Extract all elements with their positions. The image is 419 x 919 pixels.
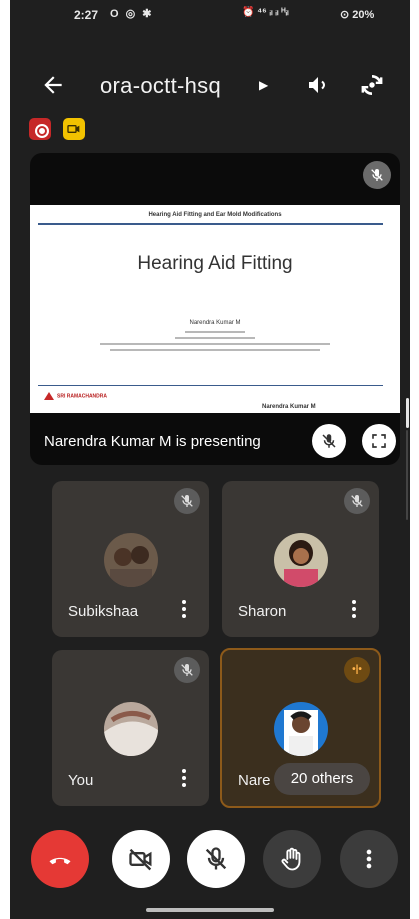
slide-footer-divider (38, 385, 383, 386)
end-call-button[interactable] (31, 830, 89, 888)
slide-subtext (90, 331, 340, 361)
more-vert-icon[interactable] (351, 600, 357, 620)
phone-hangup-icon (49, 857, 71, 865)
recording-icon (29, 118, 51, 140)
audio-level-icon: •|• (344, 657, 370, 683)
participant-name: Nare (238, 772, 271, 789)
scrollbar-thumb[interactable] (406, 398, 409, 428)
meeting-code[interactable]: ora-octt-hsq (100, 73, 221, 99)
speaker-icon[interactable] (306, 73, 330, 97)
mic-off-icon (344, 488, 370, 514)
participant-name: Sharon (238, 603, 287, 620)
mic-off-icon (174, 657, 200, 683)
participant-name: You (68, 772, 94, 789)
participant-name: Subikshaa (68, 603, 139, 620)
fullscreen-icon (372, 434, 386, 448)
notification-icons: O ◎ ✱ (110, 8, 154, 20)
camera-badge-icon (63, 118, 85, 140)
arrow-left-icon[interactable] (40, 72, 66, 98)
status-bar: 2:27 O ◎ ✱ ⏰ ⁴⁶ ᵢₗ ᵢₗ ᴴᵢₗ ⊙ 20% (10, 0, 410, 30)
participant-tile[interactable]: Subikshaa (52, 481, 209, 637)
slide-title: Hearing Aid Fitting (137, 253, 293, 274)
presentation-slide: Hearing Aid Fitting and Ear Mold Modific… (30, 205, 400, 413)
signal-icons: ⏰ ⁴⁶ ᵢₗ ᵢₗ ᴴᵢₗ (242, 7, 289, 18)
slide-header: Hearing Aid Fitting and Ear Mold Modific… (148, 212, 282, 218)
slide-author: Narendra Kumar M (189, 320, 241, 326)
participant-tile[interactable]: Sharon (222, 481, 379, 637)
participant-tile-speaking[interactable]: •|• Nare 20 others (220, 648, 381, 808)
mic-off-icon (363, 161, 391, 189)
more-vert-icon (366, 849, 372, 869)
fullscreen-button[interactable] (362, 424, 396, 458)
hand-icon (281, 847, 301, 871)
slide-divider (38, 223, 383, 225)
avatar (104, 702, 158, 756)
presentation-card[interactable]: Hearing Aid Fitting and Ear Mold Modific… (30, 153, 400, 465)
others-chip[interactable]: 20 others (274, 763, 370, 795)
mic-toggle-button[interactable] (187, 830, 245, 888)
presenting-label: Narendra Kumar M is presenting (44, 433, 261, 450)
more-vert-icon[interactable] (181, 600, 187, 620)
participant-tile-self[interactable]: You (52, 650, 209, 806)
battery-indicator: ⊙ 20% (340, 9, 375, 21)
status-time: 2:27 (74, 8, 99, 22)
more-options-button[interactable] (340, 830, 398, 888)
slide-footer-name: Narendra Kumar M (262, 404, 316, 410)
phone-screen: 2:27 O ◎ ✱ ⏰ ⁴⁶ ᵢₗ ᵢₗ ᴴᵢₗ ⊙ 20% ora-octt… (10, 0, 410, 919)
slide-logo: SRI RAMACHANDRA (44, 392, 107, 400)
mic-off-icon (174, 488, 200, 514)
raise-hand-button[interactable] (263, 830, 321, 888)
scrollbar-track (406, 430, 408, 520)
more-vert-icon[interactable] (181, 769, 187, 789)
camera-off-icon (129, 848, 152, 871)
meeting-header: ora-octt-hsq ▶ (10, 60, 410, 110)
mic-off-icon (205, 847, 227, 870)
avatar (274, 533, 328, 587)
presenter-mute-button[interactable] (312, 424, 346, 458)
mic-off-icon (322, 434, 336, 448)
avatar (104, 533, 158, 587)
camera-toggle-button[interactable] (112, 830, 170, 888)
home-indicator[interactable] (146, 908, 274, 912)
switch-camera-icon[interactable] (359, 72, 385, 98)
avatar (274, 702, 328, 756)
caret-right-icon[interactable]: ▶ (259, 78, 268, 92)
